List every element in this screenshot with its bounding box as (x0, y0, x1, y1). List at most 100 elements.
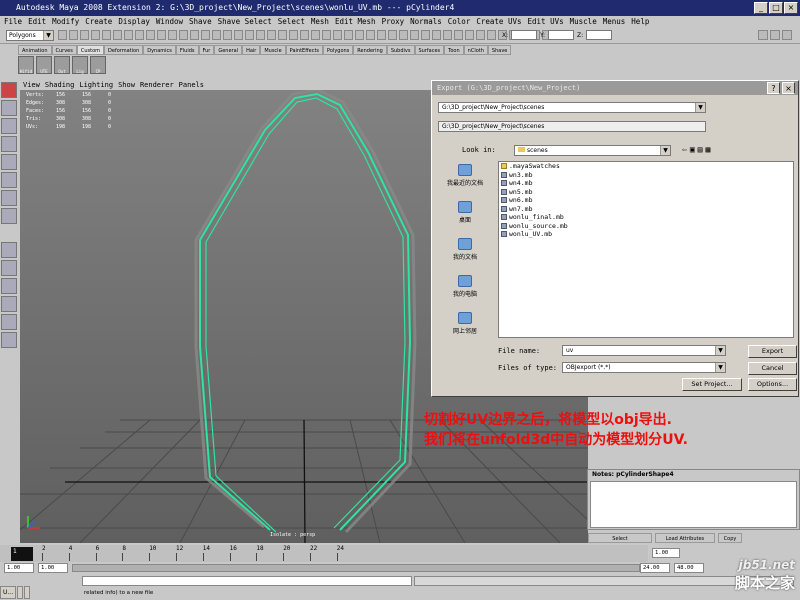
current-frame-marker[interactable]: 1 (11, 547, 33, 561)
last-tool-icon[interactable] (1, 208, 17, 224)
attribute-button[interactable]: Copy (718, 533, 742, 543)
up-folder-icon[interactable]: ▣ (690, 145, 695, 154)
shelf-tab[interactable]: Toon (444, 45, 464, 55)
shelf-tab[interactable]: Shave (487, 45, 512, 55)
shelf-tab[interactable]: PaintEffects (285, 45, 324, 55)
tool-icon[interactable] (289, 30, 298, 40)
tool-icon[interactable] (300, 30, 309, 40)
tool-icon[interactable] (135, 30, 144, 40)
tool-icon[interactable] (201, 30, 210, 40)
shelf-tab[interactable]: Fluids (175, 45, 199, 55)
shelf-tab[interactable]: Dynamics (143, 45, 176, 55)
file-item[interactable]: .mayaSwatches (499, 162, 793, 171)
viewport-menu-item[interactable]: Renderer (140, 80, 174, 90)
menu-item[interactable]: Shave Select (218, 16, 272, 28)
shelf-button[interactable]: Out (54, 56, 70, 74)
y-field[interactable] (548, 30, 575, 40)
tool-icon[interactable] (168, 30, 177, 40)
shelf-tab[interactable]: nCloth (463, 45, 488, 55)
attribute-button[interactable]: Load Attributes (655, 533, 715, 543)
places-item[interactable]: 桌面 (440, 201, 490, 231)
help-icon[interactable]: ? (767, 82, 780, 94)
menu-item[interactable]: Edit (28, 16, 46, 28)
tool-icon[interactable] (399, 30, 408, 40)
menu-item[interactable]: Mesh (311, 16, 329, 28)
tool-icon[interactable] (80, 30, 89, 40)
shelf-button[interactable]: Lig (72, 56, 88, 74)
tool-icon[interactable] (311, 30, 320, 40)
tool-icon[interactable] (344, 30, 353, 40)
layout-four-icon[interactable] (1, 260, 17, 276)
menu-item[interactable]: Window (156, 16, 183, 28)
mode-selector[interactable]: Polygons ▼ (6, 30, 54, 41)
tool-icon[interactable] (212, 30, 221, 40)
lasso-tool-icon[interactable] (1, 100, 17, 116)
playback-start-field[interactable]: 1.00 (38, 563, 68, 573)
tool-icon[interactable] (366, 30, 375, 40)
layout-graph-icon[interactable] (1, 314, 17, 330)
menu-item[interactable]: Proxy (382, 16, 405, 28)
taskbar-button[interactable]: U... (0, 585, 17, 599)
tool-icon[interactable] (377, 30, 386, 40)
cancel-button[interactable]: Cancel (748, 362, 797, 375)
tool-icon[interactable] (146, 30, 155, 40)
end-time-field[interactable]: 48.00 (674, 563, 704, 573)
file-item[interactable]: wn3.mb (499, 171, 793, 180)
look-in-combo[interactable]: scenes ▼ (514, 145, 671, 156)
tool-icon[interactable] (69, 30, 78, 40)
rotate-tool-icon[interactable] (1, 154, 17, 170)
menu-item[interactable]: Edit UVs (528, 16, 564, 28)
file-name-input[interactable]: uv ▼ (562, 345, 726, 356)
playback-end-field[interactable]: 24.00 (640, 563, 670, 573)
layout-single-icon[interactable] (1, 242, 17, 258)
shelf-tab[interactable]: Custom (76, 45, 105, 55)
menu-item[interactable]: Normals (410, 16, 442, 28)
places-item[interactable]: 我最近的文档 (440, 164, 490, 194)
tool-icon[interactable] (234, 30, 243, 40)
tool-icon[interactable] (476, 30, 485, 40)
places-item[interactable]: 网上邻居 (440, 312, 490, 342)
move-tool-icon[interactable] (1, 136, 17, 152)
tool-icon[interactable] (443, 30, 452, 40)
shelf-button[interactable]: CP (90, 56, 106, 74)
set-project-button[interactable]: Set Project... (682, 378, 742, 391)
select-tool-icon[interactable] (1, 82, 17, 98)
tool-icon[interactable] (278, 30, 287, 40)
maximize-button[interactable]: □ (769, 2, 783, 14)
time-slider[interactable]: 2 4 6 8 10 12 14 16 18 20 22 24 (0, 545, 648, 562)
menu-item[interactable]: Display (118, 16, 150, 28)
start-time-field[interactable]: 1.00 (4, 563, 34, 573)
toggle-icon[interactable] (770, 30, 780, 40)
tool-icon[interactable] (333, 30, 342, 40)
file-item[interactable]: wonlu_final.mb (499, 213, 793, 222)
shelf-button[interactable]: Hifid (18, 56, 34, 74)
tool-icon[interactable] (355, 30, 364, 40)
layout-two-icon[interactable] (1, 278, 17, 294)
tool-icon[interactable] (410, 30, 419, 40)
shelf-tab[interactable]: Surfaces (414, 45, 445, 55)
shelf-tab[interactable]: Animation (18, 45, 52, 55)
viewport-menu-item[interactable]: Panels (179, 80, 204, 90)
tool-icon[interactable] (454, 30, 463, 40)
layout-hypershade-icon[interactable] (1, 332, 17, 348)
tool-icon[interactable] (179, 30, 188, 40)
tool-icon[interactable] (113, 30, 122, 40)
command-input[interactable] (82, 576, 412, 586)
tool-icon[interactable] (322, 30, 331, 40)
places-item[interactable]: 我的文档 (440, 238, 490, 268)
menu-item[interactable]: Color (448, 16, 471, 28)
layout-outliner-icon[interactable] (1, 296, 17, 312)
current-time-field[interactable]: 1.00 (652, 548, 680, 558)
tool-icon[interactable] (91, 30, 100, 40)
viewport-menu-item[interactable]: Show (118, 80, 135, 90)
file-item[interactable]: wn5.mb (499, 188, 793, 197)
menu-item[interactable]: Help (631, 16, 649, 28)
tool-icon[interactable] (421, 30, 430, 40)
path-field[interactable]: G:\3D_project\New_Project\scenes (438, 121, 706, 132)
file-item[interactable]: wn6.mb (499, 196, 793, 205)
dialog-close-icon[interactable]: × (782, 82, 795, 94)
path-combo[interactable]: G:\3D_project\New_Project\scenes ▼ (438, 102, 706, 113)
file-item[interactable]: wonlu_UV.mb (499, 230, 793, 239)
menu-item[interactable]: Modify (52, 16, 79, 28)
notes-textarea[interactable] (590, 481, 797, 528)
